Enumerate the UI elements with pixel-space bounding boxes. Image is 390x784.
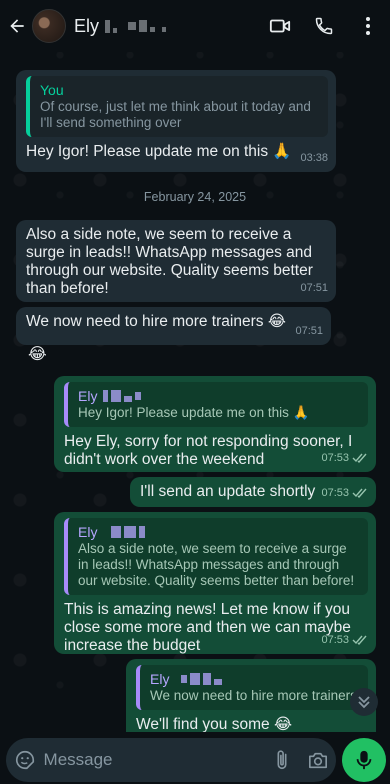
message-outgoing[interactable]: Ely Hey Igor! Please update me on this 🙏…: [54, 376, 376, 472]
double-chevron-down-icon: [358, 696, 370, 709]
quote-text: Also a side note, we seem to receive a s…: [78, 541, 355, 588]
contact-name: Ely: [74, 15, 100, 36]
redacted-name-block: [105, 19, 167, 33]
composer: [6, 738, 336, 782]
redacted-name-block: [175, 673, 223, 685]
date-divider: February 24, 2025: [143, 190, 247, 204]
message-outgoing[interactable]: I'll send an update shortly 07:53: [130, 477, 376, 507]
paperclip-icon: [277, 750, 287, 770]
message-list[interactable]: You Of course, just let me think about i…: [0, 52, 390, 732]
read-ticks-icon: [352, 488, 367, 498]
redacted-name-block: [103, 390, 142, 402]
quote-text: Hey Igor! Please update me on this 🙏: [78, 405, 310, 420]
message-time: 07:53: [321, 452, 349, 464]
message-incoming[interactable]: Also a side note, we seem to receive a s…: [16, 220, 336, 302]
video-call-button[interactable]: [258, 0, 302, 52]
avatar[interactable]: [32, 9, 66, 43]
redacted-name-block: [111, 526, 146, 538]
more-vertical-icon: [366, 17, 370, 35]
back-arrow-icon: [10, 19, 24, 33]
back-button[interactable]: [2, 0, 32, 52]
sticker-icon: [15, 750, 34, 770]
quoted-message[interactable]: Ely We now need to hire more trainers 😂: [136, 665, 368, 710]
message-time: 03:38: [300, 152, 328, 164]
phone-icon: [315, 17, 333, 35]
read-ticks-icon: [352, 453, 367, 463]
emoji-message[interactable]: 😂: [28, 344, 47, 364]
message-time: 07:51: [300, 282, 328, 294]
quote-author: Ely: [78, 388, 98, 404]
quoted-message[interactable]: Ely Also a side note, we seem to receive…: [64, 518, 368, 595]
quote-author: Ely: [150, 671, 170, 687]
voice-record-button[interactable]: [342, 738, 386, 782]
video-call-icon: [269, 19, 291, 33]
camera-button[interactable]: [300, 750, 336, 770]
contact-name-area[interactable]: Ely: [74, 15, 167, 37]
message-time: 07:53: [321, 487, 349, 499]
more-options-button[interactable]: [346, 0, 390, 52]
message-incoming[interactable]: We now need to hire more trainers 😂 07:5…: [16, 307, 331, 345]
message-time: 07:51: [295, 325, 323, 337]
message-outgoing[interactable]: Ely Also a side note, we seem to receive…: [54, 512, 376, 654]
quote-author: Ely: [78, 524, 98, 540]
message-text: We now need to hire more trainers 😂: [26, 313, 286, 330]
message-outgoing[interactable]: Ely We now need to hire more trainers 😂 …: [126, 659, 376, 732]
scroll-to-bottom-button[interactable]: [350, 688, 378, 716]
quoted-message[interactable]: Ely Hey Igor! Please update me on this 🙏: [64, 382, 368, 427]
chat-header: Ely: [0, 0, 390, 52]
message-text: Also a side note, we seem to receive a s…: [26, 226, 313, 297]
message-time: 07:53: [321, 634, 349, 646]
sticker-button[interactable]: [6, 749, 44, 771]
quote-author: You: [40, 82, 64, 98]
message-text: Hey Igor! Please update me on this 🙏: [26, 143, 292, 160]
attach-button[interactable]: [265, 749, 301, 771]
message-incoming[interactable]: You Of course, just let me think about i…: [16, 70, 336, 172]
quote-text: We now need to hire more trainers 😂: [150, 688, 360, 703]
voice-call-button[interactable]: [302, 0, 346, 52]
composer-bar: [0, 732, 390, 784]
quote-text: Of course, just let me think about it to…: [40, 99, 311, 130]
microphone-icon: [356, 750, 372, 770]
read-ticks-icon: [352, 635, 367, 645]
quoted-message[interactable]: You Of course, just let me think about i…: [26, 76, 328, 137]
camera-icon: [309, 752, 328, 769]
message-input[interactable]: [43, 750, 265, 770]
message-text: We'll find you some 😂: [136, 716, 293, 732]
